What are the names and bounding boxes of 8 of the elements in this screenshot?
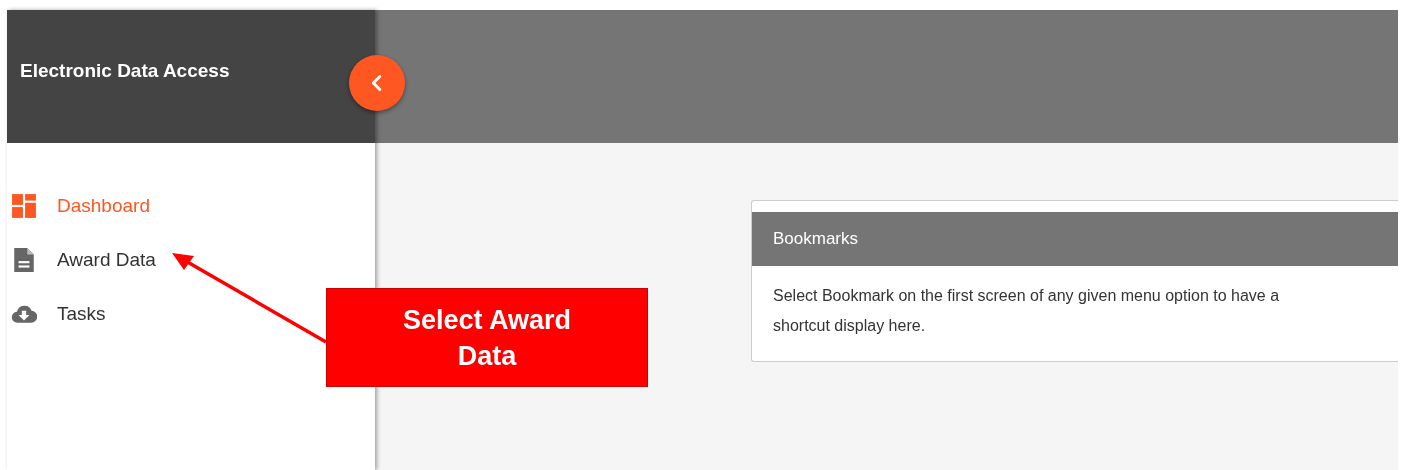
card-title: Bookmarks (773, 229, 859, 249)
sidebar-item[interactable]: Tasks (7, 287, 112, 341)
callout-box: Select Award Data (326, 288, 648, 387)
card-message: Select Bookmark on the first screen of any given menu option to have a shortcut display here. (773, 286, 1281, 336)
document-icon (11, 247, 37, 273)
sidebar-item[interactable]: Award Data (7, 233, 162, 287)
dashboard-icon (11, 193, 37, 219)
app-title: Electronic Data Access (20, 60, 230, 82)
